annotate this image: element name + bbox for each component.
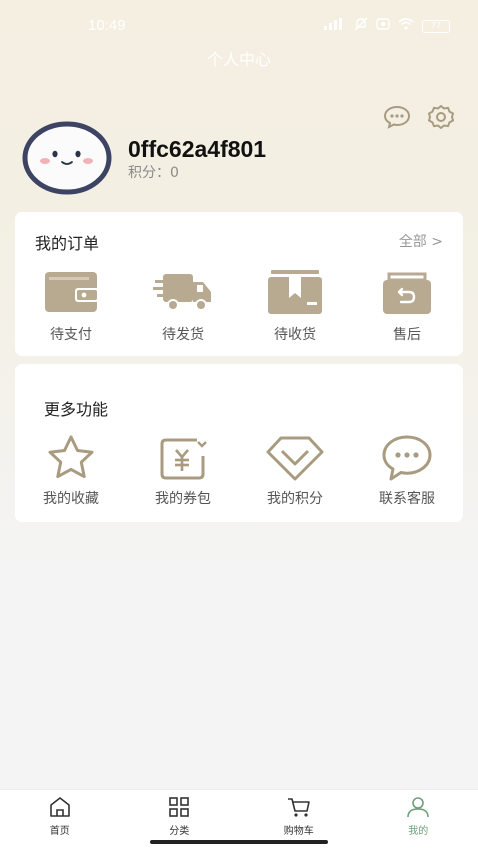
signal-icon [324,18,346,34]
delivery-truck-icon [153,268,213,316]
page-title: 个人中心 [206,50,271,69]
view-all-orders-link[interactable]: 全部 > [399,231,443,251]
package-icon [265,268,325,316]
contact-support[interactable]: 联系客服 [351,434,463,508]
user-name: 0ffc62a4f801 [128,136,267,162]
status-icons: 77 [324,17,450,35]
diamond-icon [265,434,325,482]
points-line: 积分：0 [128,162,179,182]
battery-icon: 77 [422,19,450,33]
points-label: 积分： [128,165,170,181]
feature-item-label: 我的收藏 [43,491,99,507]
orders-card: 我的订单 全部 > 待支付 待发货 待收货 售后 [15,212,463,356]
settings-gear-icon[interactable] [426,104,456,130]
points-value: 0 [170,165,179,181]
order-item-label: 待收货 [274,327,316,343]
more-features-grid: 我的收藏 我的券包 我的积分 联系客服 [15,434,463,508]
order-item-label: 待支付 [50,327,92,343]
return-bag-icon [377,268,437,316]
nfc-icon [376,18,390,34]
message-icon[interactable] [382,104,412,130]
home-icon [48,796,72,818]
chat-bubble-icon [377,434,437,482]
tab-label: 购物车 [283,826,314,837]
status-bar: 10:49 77 [0,0,478,48]
tab-home[interactable]: 首页 [0,790,120,850]
feature-item-label: 联系客服 [379,491,435,507]
tab-mine[interactable]: 我的 [359,790,478,850]
order-pending-shipment[interactable]: 待发货 [127,268,239,344]
more-features-title: 更多功能 [44,400,109,419]
cart-icon [287,796,311,818]
avatar[interactable] [18,118,116,198]
wallet-icon [41,268,101,316]
feature-item-label: 我的积分 [267,491,323,507]
order-pending-receipt[interactable]: 待收货 [239,268,351,344]
my-favorites[interactable]: 我的收藏 [15,434,127,508]
tab-label: 分类 [169,826,190,837]
wifi-icon [398,18,414,34]
user-icon [406,796,430,818]
star-icon [41,434,101,482]
status-time: 10:49 [88,17,126,34]
tab-label: 首页 [49,826,70,837]
order-item-label: 待发货 [162,327,204,343]
order-item-label: 售后 [393,327,421,343]
order-pending-payment[interactable]: 待支付 [15,268,127,344]
mute-bell-icon [354,17,368,35]
home-indicator[interactable] [150,840,328,844]
orders-grid: 待支付 待发货 待收货 售后 [15,268,463,344]
my-coupons[interactable]: 我的券包 [127,434,239,508]
order-after-sales[interactable]: 售后 [351,268,463,344]
category-grid-icon [167,796,191,818]
my-points[interactable]: 我的积分 [239,434,351,508]
coupon-icon [153,434,213,482]
feature-item-label: 我的券包 [155,491,211,507]
top-actions [382,104,456,130]
more-features-card: 更多功能 我的收藏 我的券包 我的积分 联系客服 [15,364,463,522]
tab-label: 我的 [408,826,429,837]
orders-title: 我的订单 [35,234,100,253]
